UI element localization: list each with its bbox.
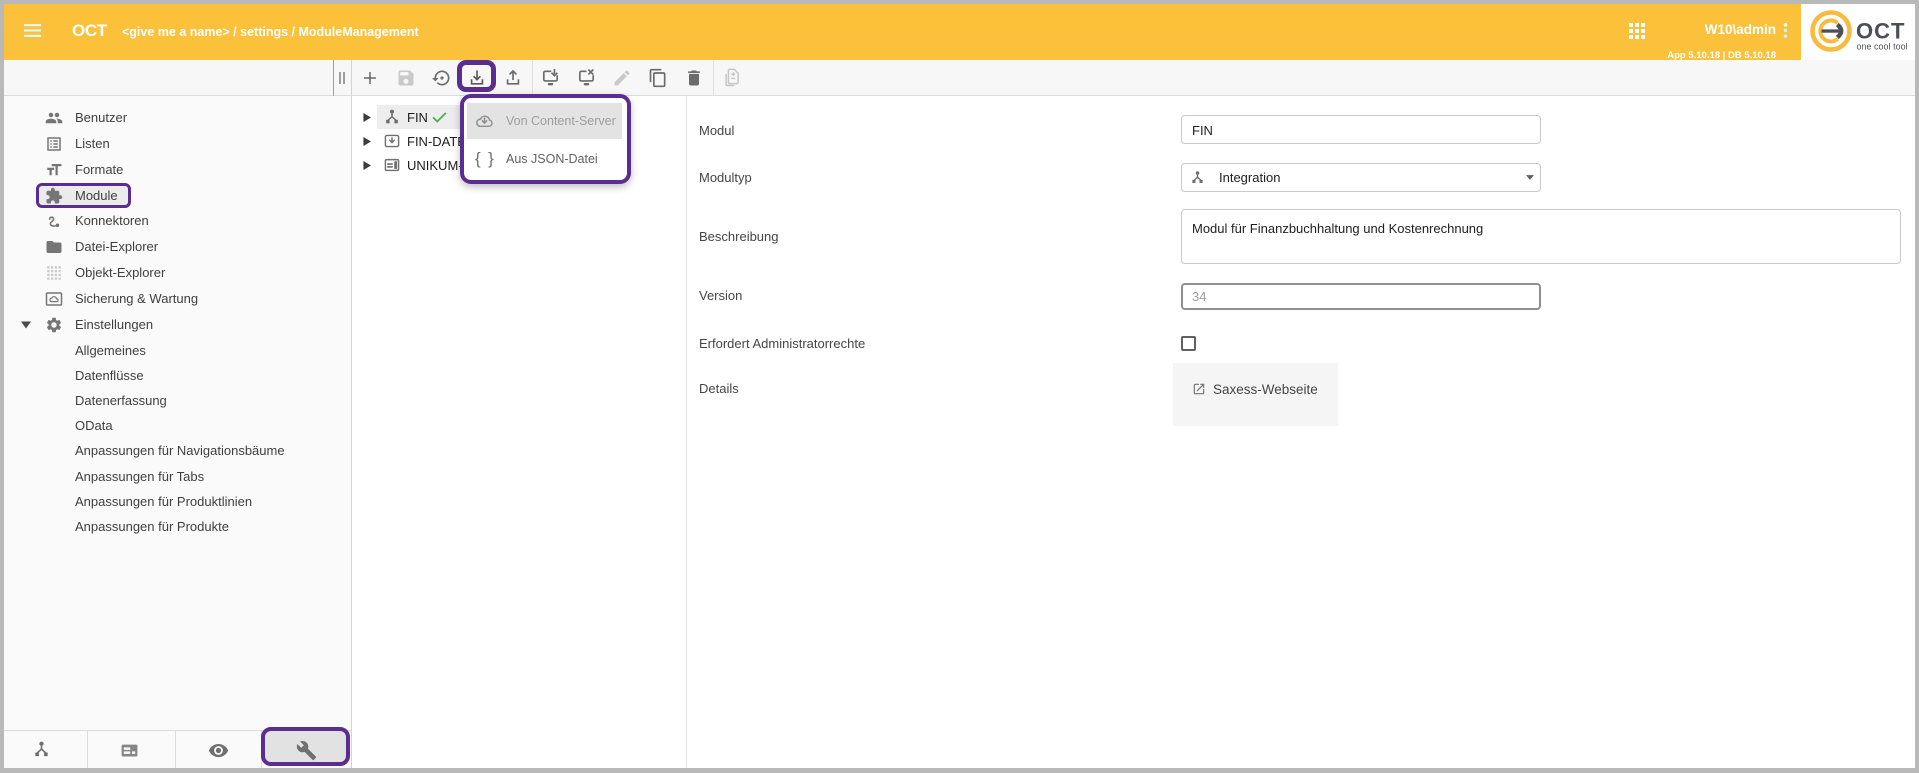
svg-text:OCT: OCT — [1856, 18, 1905, 43]
svg-text:one cool tool: one cool tool — [1857, 41, 1908, 51]
